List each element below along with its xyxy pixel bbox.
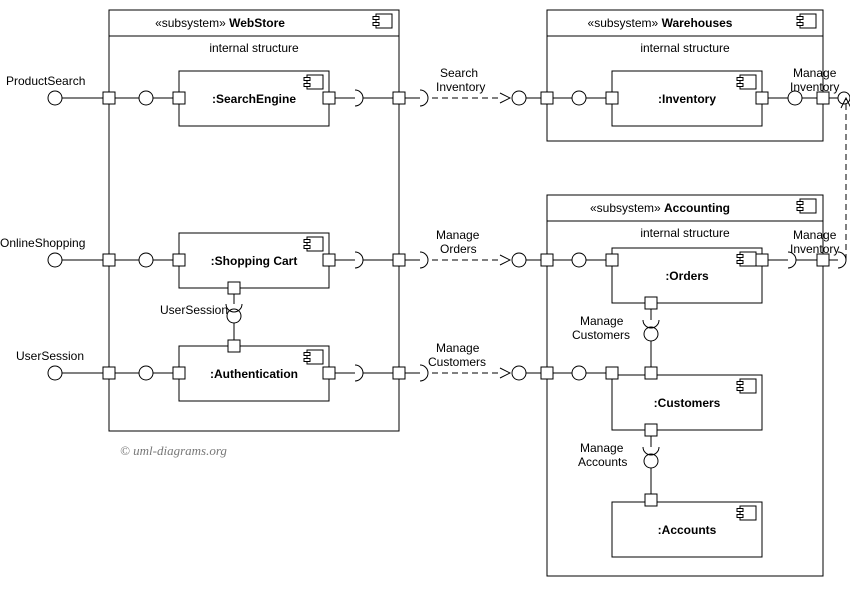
- user-session-label: UserSession: [16, 349, 84, 363]
- user-session-internal-label: UserSession: [160, 303, 228, 317]
- manage-accounts-label1: Manage: [580, 441, 624, 455]
- port-icon: [541, 367, 553, 379]
- search-inventory-label: Search: [440, 66, 478, 80]
- port-icon: [103, 254, 115, 266]
- port-icon: [323, 92, 335, 104]
- port-icon: [103, 367, 115, 379]
- lollipop-icon: [512, 366, 526, 380]
- port-icon: [323, 367, 335, 379]
- shopping-cart-part: :Shopping Cart: [173, 233, 335, 294]
- socket-icon: [420, 90, 428, 106]
- accounting-name: Accounting: [664, 201, 730, 215]
- lollipop-icon: [48, 91, 62, 105]
- customers-part: :Customers: [606, 367, 762, 436]
- search-engine-part: :SearchEngine: [173, 71, 335, 126]
- lollipop-icon: [512, 91, 526, 105]
- port-icon: [393, 92, 405, 104]
- manage-inventory-acc1: Manage: [793, 228, 837, 242]
- component-icon: [304, 237, 323, 251]
- component-icon: [737, 75, 756, 89]
- manage-customers-label: Manage: [436, 341, 480, 355]
- lollipop-icon: [512, 253, 526, 267]
- port-icon: [645, 494, 657, 506]
- port-icon: [541, 92, 553, 104]
- component-icon: [304, 75, 323, 89]
- component-icon: [373, 14, 392, 28]
- authentication-label: :Authentication: [210, 367, 298, 381]
- component-icon: [737, 252, 756, 266]
- uml-diagram: «subsystem» WebStore internal structure …: [0, 0, 850, 591]
- port-icon: [606, 367, 618, 379]
- port-icon: [228, 340, 240, 352]
- port-icon: [173, 367, 185, 379]
- port-icon: [228, 282, 240, 294]
- port-icon: [393, 254, 405, 266]
- search-inventory-label2: Inventory: [436, 80, 485, 94]
- port-icon: [756, 92, 768, 104]
- manage-orders-label: Manage: [436, 228, 480, 242]
- warehouses-structure: internal structure: [640, 41, 730, 55]
- component-icon: [797, 199, 816, 213]
- manage-customers-internal-label1: Manage: [580, 314, 624, 328]
- lollipop-icon: [48, 253, 62, 267]
- accounting-structure: internal structure: [640, 226, 730, 240]
- webstore-structure: internal structure: [209, 41, 299, 55]
- component-icon: [737, 506, 756, 520]
- accounts-label: :Accounts: [658, 523, 717, 537]
- webstore-name: WebStore: [229, 16, 285, 30]
- online-shopping-label: OnlineShopping: [0, 236, 85, 250]
- port-icon: [645, 424, 657, 436]
- warehouses-subsystem: «subsystem» Warehouses internal structur…: [541, 10, 829, 141]
- port-icon: [645, 297, 657, 309]
- authentication-part: :Authentication: [173, 340, 335, 401]
- orders-part: :Orders: [606, 248, 768, 309]
- port-icon: [756, 254, 768, 266]
- accounts-part: :Accounts: [612, 494, 762, 557]
- product-search-label: ProductSearch: [6, 74, 85, 88]
- manage-inventory-label2: Inventory: [790, 80, 839, 94]
- port-icon: [323, 254, 335, 266]
- webstore-subsystem: «subsystem» WebStore internal structure …: [103, 10, 405, 431]
- inventory-label: :Inventory: [658, 92, 716, 106]
- port-icon: [393, 367, 405, 379]
- component-icon: [304, 350, 323, 364]
- port-icon: [606, 92, 618, 104]
- port-icon: [606, 254, 618, 266]
- lollipop-icon: [48, 366, 62, 380]
- manage-customers-internal-label2: Customers: [572, 328, 630, 342]
- manage-orders-label2: Orders: [440, 242, 477, 256]
- component-icon: [737, 379, 756, 393]
- port-icon: [103, 92, 115, 104]
- search-engine-label: :SearchEngine: [212, 92, 296, 106]
- component-icon: [797, 14, 816, 28]
- svg-text:«subsystem» WebStore: «subsystem» WebStore: [155, 16, 285, 30]
- manage-customers-label2: Customers: [428, 355, 486, 369]
- svg-text:«subsystem» Warehouses: «subsystem» Warehouses: [588, 16, 733, 30]
- accounting-subsystem: «subsystem» Accounting internal structur…: [541, 195, 829, 576]
- webstore-stereotype: «subsystem»: [155, 16, 226, 30]
- port-icon: [173, 92, 185, 104]
- socket-icon: [420, 365, 428, 381]
- copyright-text: © uml-diagrams.org: [120, 443, 227, 458]
- shopping-cart-label: :Shopping Cart: [211, 254, 298, 268]
- orders-label: :Orders: [665, 269, 709, 283]
- socket-icon: [420, 252, 428, 268]
- warehouses-stereotype: «subsystem»: [588, 16, 659, 30]
- manage-accounts-label2: Accounts: [578, 455, 627, 469]
- manage-inventory-label1: Manage: [793, 66, 837, 80]
- manage-inventory-acc2: Inventory: [790, 242, 839, 256]
- port-icon: [645, 367, 657, 379]
- port-icon: [541, 254, 553, 266]
- accounting-stereotype: «subsystem»: [590, 201, 661, 215]
- port-icon: [173, 254, 185, 266]
- warehouses-name: Warehouses: [662, 16, 733, 30]
- svg-text:«subsystem» Accounting: «subsystem» Accounting: [590, 201, 730, 215]
- inventory-part: :Inventory: [606, 71, 768, 126]
- customers-label: :Customers: [654, 396, 721, 410]
